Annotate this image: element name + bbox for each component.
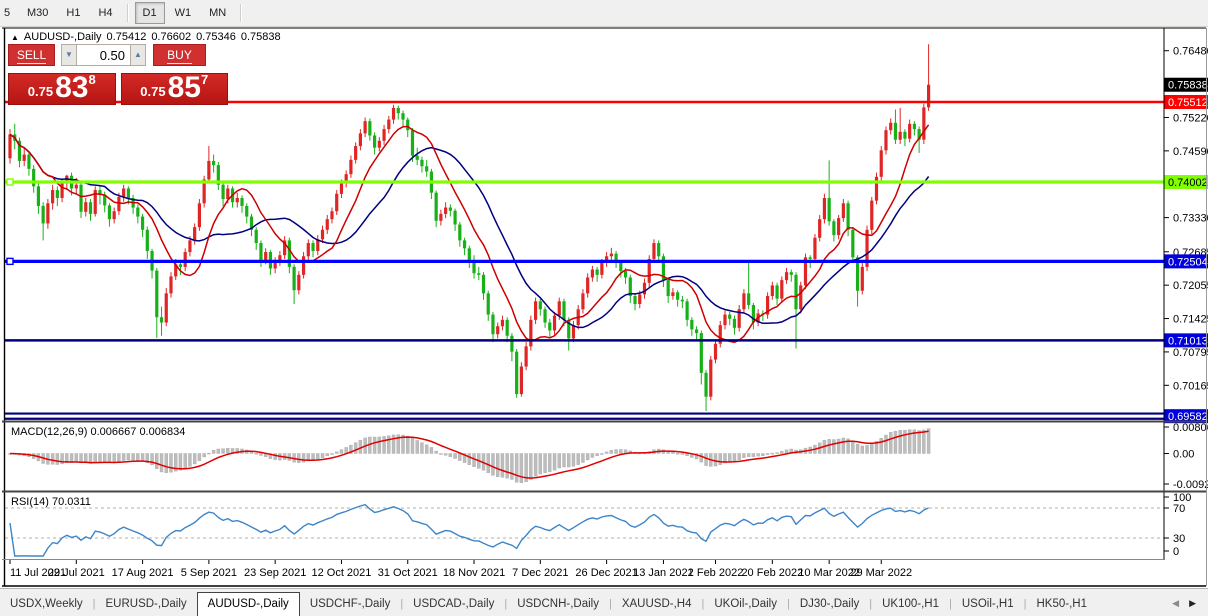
rsi-axis-label: 30 — [1173, 533, 1185, 545]
svg-text:0.74002: 0.74002 — [1168, 177, 1208, 189]
ohlc-high: 0.76602 — [151, 31, 191, 43]
date-label: 29 Jul 2021 — [48, 567, 105, 579]
tab-dj30-daily[interactable]: DJ30-,Daily — [790, 594, 869, 616]
sell-price-display[interactable]: 0.75838 — [8, 73, 116, 105]
timeframe-m30-button[interactable]: M30 — [19, 2, 56, 24]
date-label: 13 Jan 2022 — [633, 567, 694, 579]
tab-usdchf-daily[interactable]: USDCHF-,Daily — [300, 594, 401, 616]
price-axis-label: 0.72055 — [1173, 280, 1208, 292]
symbol-tab-bar: USDX,Weekly|EURUSD-,DailyAUDUSD-,DailyUS… — [0, 588, 1208, 616]
tab-usdx-weekly[interactable]: USDX,Weekly — [0, 594, 93, 616]
timeframe-5-button[interactable]: 5 — [1, 2, 17, 24]
tab-usoil-h1[interactable]: USOil-,H1 — [952, 594, 1024, 616]
date-label: 18 Nov 2021 — [443, 567, 505, 579]
toolbar-separator — [127, 4, 129, 22]
date-label: 26 Dec 2021 — [575, 567, 637, 579]
timeframe-h4-button[interactable]: H4 — [90, 2, 120, 24]
macd-axis-label: -0.00928 — [1173, 479, 1208, 491]
tab-hk50-h1[interactable]: HK50-,H1 — [1027, 594, 1098, 616]
price-tag-0.75512: 0.75512 — [1164, 95, 1208, 109]
buy-button[interactable]: BUY — [153, 44, 206, 66]
date-label: 31 Oct 2021 — [378, 567, 438, 579]
price-axis-label: 0.73330 — [1173, 213, 1208, 225]
chart-collapse-icon[interactable]: ▲ — [11, 33, 19, 42]
date-label: 17 Aug 2021 — [112, 567, 174, 579]
rsi-axis-label: 70 — [1173, 503, 1185, 515]
macd-axis-label: 0.00 — [1173, 448, 1194, 460]
volume-input[interactable] — [77, 44, 130, 66]
chart-symbol-period: AUDUSD-,Daily — [24, 31, 102, 43]
tab-ukoil-daily[interactable]: UKOil-,Daily — [704, 594, 787, 616]
tab-xauusd-h4[interactable]: XAUUSD-,H4 — [612, 594, 702, 616]
chart-title: ▲ AUDUSD-,Daily 0.75412 0.76602 0.75346 … — [11, 31, 281, 43]
timeframe-h1-button[interactable]: H1 — [58, 2, 88, 24]
date-label: 7 Dec 2021 — [512, 567, 568, 579]
sell-button[interactable]: SELL — [8, 44, 55, 66]
ohlc-low: 0.75346 — [196, 31, 236, 43]
date-label: 23 Sep 2021 — [244, 567, 306, 579]
one-click-trading-panel: SELL ▼ ▲ BUY 0.75838 0.75857 — [8, 44, 228, 105]
timeframe-toolbar: 5M30H1H4 D1W1MN — [0, 0, 1208, 27]
timeframe-d1-button[interactable]: D1 — [135, 2, 165, 24]
price-axis-label: 0.74590 — [1173, 146, 1208, 158]
rsi-indicator-label: RSI(14) 70.0311 — [11, 496, 91, 508]
price-tag-0.72504: 0.72504 — [1164, 254, 1208, 268]
tab-eurusd-daily[interactable]: EURUSD-,Daily — [96, 594, 197, 616]
price-axis-label: 0.76480 — [1173, 46, 1208, 58]
svg-text:0.75512: 0.75512 — [1168, 97, 1208, 109]
date-label: 12 Oct 2021 — [311, 567, 371, 579]
timeframe-mn-button[interactable]: MN — [201, 2, 234, 24]
price-axis-label: 0.70795 — [1173, 347, 1208, 359]
date-label: 20 Feb 2022 — [741, 567, 803, 579]
macd-indicator-label: MACD(12,26,9) 0.006667 0.006834 — [11, 426, 185, 438]
tab-uk100-h1[interactable]: UK100-,H1 — [872, 594, 949, 616]
tab-usdcnh-daily[interactable]: USDCNH-,Daily — [507, 594, 609, 616]
price-tag-0.71013: 0.71013 — [1164, 333, 1208, 347]
tab-audusd-daily[interactable]: AUDUSD-,Daily — [197, 592, 300, 616]
macd-axis-label: 0.008061 — [1173, 422, 1208, 434]
date-label: 29 Mar 2022 — [850, 567, 912, 579]
price-axis-label: 0.71425 — [1173, 314, 1208, 326]
volume-increase-button[interactable]: ▲ — [130, 44, 146, 66]
tab-usdcad-daily[interactable]: USDCAD-,Daily — [403, 594, 504, 616]
timeframe-w1-button[interactable]: W1 — [167, 2, 200, 24]
volume-decrease-button[interactable]: ▼ — [61, 44, 77, 66]
svg-text:0.71013: 0.71013 — [1168, 335, 1208, 347]
price-axis-label: 0.70165 — [1173, 380, 1208, 392]
toolbar-separator — [240, 4, 242, 22]
ohlc-close: 0.75838 — [241, 31, 281, 43]
price-tag-0.74002: 0.74002 — [1164, 175, 1208, 189]
svg-text:0.75838: 0.75838 — [1168, 80, 1208, 92]
price-tag-0.75838: 0.75838 — [1164, 78, 1208, 92]
buy-price-display[interactable]: 0.75857 — [121, 73, 229, 105]
trading-terminal: { "toolbar": { "timeframes": [ {"label":… — [0, 0, 1208, 615]
tabs-scroll-right-icon[interactable]: ▶ — [1189, 598, 1196, 609]
date-label: 1 Feb 2022 — [688, 567, 744, 579]
svg-text:0.72504: 0.72504 — [1168, 256, 1208, 268]
ohlc-open: 0.75412 — [107, 31, 147, 43]
rsi-axis-label: 0 — [1173, 546, 1179, 558]
tabs-scroll-left-icon[interactable]: ◀ — [1172, 598, 1179, 609]
date-label: 5 Sep 2021 — [181, 567, 237, 579]
price-axis-label: 0.75220 — [1173, 112, 1208, 124]
